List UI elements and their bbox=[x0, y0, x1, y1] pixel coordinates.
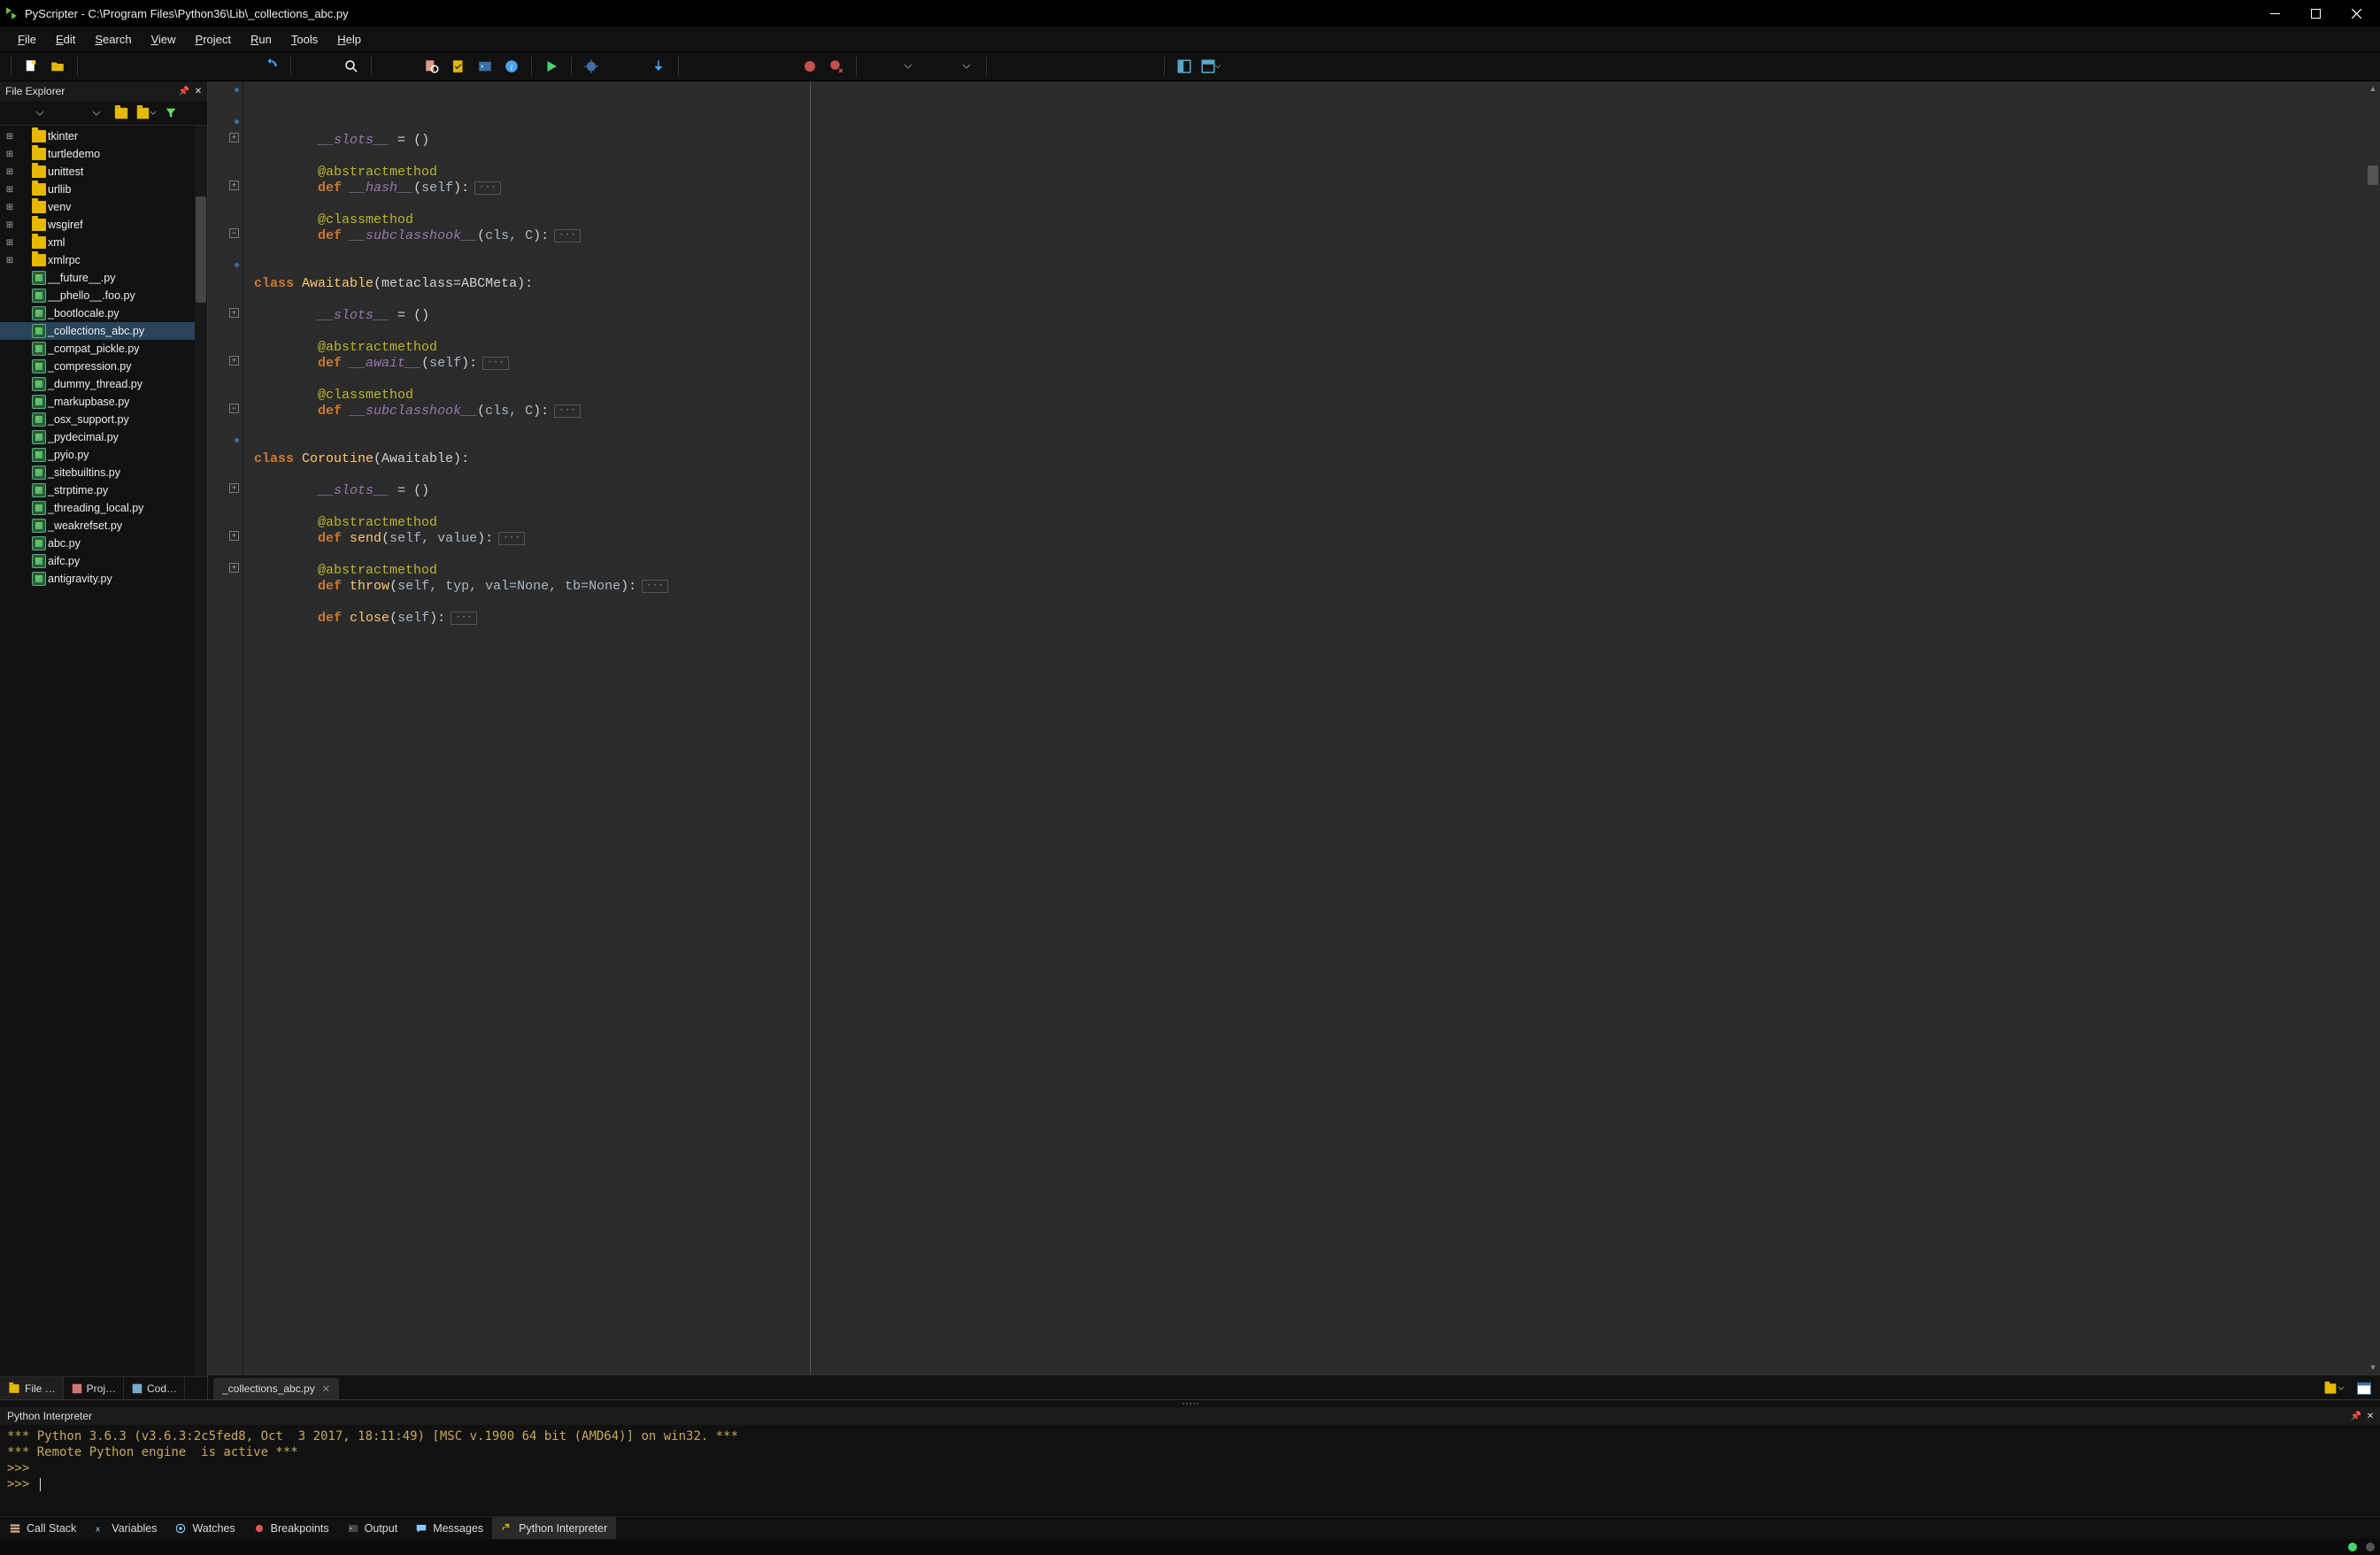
file-explorer-title: File Explorer bbox=[5, 85, 65, 97]
menu-help[interactable]: Help bbox=[328, 29, 370, 50]
file-tree-scrollbar[interactable] bbox=[195, 126, 207, 1376]
stop-icon[interactable] bbox=[799, 56, 820, 77]
titlebar: PyScripter - C:\Program Files\Python36\L… bbox=[0, 0, 2380, 27]
close-tab-icon[interactable]: ✕ bbox=[322, 1383, 330, 1395]
status-indicator-green bbox=[2348, 1543, 2357, 1551]
bottom-tab-messages[interactable]: Messages bbox=[406, 1517, 492, 1539]
tree-file[interactable]: _compression.py bbox=[0, 358, 207, 375]
minimize-button[interactable] bbox=[2254, 0, 2295, 27]
svg-text:i: i bbox=[511, 63, 513, 73]
nav-dropdown-icon[interactable] bbox=[30, 104, 50, 123]
menu-project[interactable]: Project bbox=[187, 29, 240, 50]
syntax-check-icon[interactable] bbox=[448, 56, 469, 77]
window-icon[interactable] bbox=[2353, 1378, 2375, 1399]
tree-file[interactable]: _sitebuiltins.py bbox=[0, 464, 207, 481]
step-icon[interactable] bbox=[648, 56, 669, 77]
editor-tab-label: _collections_abc.py bbox=[222, 1382, 315, 1395]
tree-folder[interactable]: ⊞urllib bbox=[0, 181, 207, 198]
tree-file[interactable]: abc.py bbox=[0, 535, 207, 552]
side-tab[interactable]: Cod… bbox=[124, 1377, 185, 1399]
open-folder-icon[interactable] bbox=[2323, 1378, 2345, 1399]
panel-resize-handle[interactable] bbox=[0, 1400, 2380, 1407]
tree-folder[interactable]: ⊞tkinter bbox=[0, 127, 207, 145]
new-file-icon[interactable] bbox=[20, 56, 42, 77]
statusbar bbox=[0, 1539, 2380, 1555]
layout-icon-2[interactable] bbox=[1200, 56, 1221, 77]
interpreter-pin-icon[interactable]: 📌 bbox=[2350, 1410, 2362, 1422]
bottom-tab-variables[interactable]: ⅹVariables bbox=[85, 1517, 166, 1539]
layout-icon-1[interactable] bbox=[1174, 56, 1195, 77]
filter-icon[interactable] bbox=[161, 104, 181, 123]
tree-file[interactable]: _strptime.py bbox=[0, 481, 207, 499]
tree-file[interactable]: _threading_local.py bbox=[0, 499, 207, 517]
toolbar: i bbox=[0, 51, 2380, 81]
menu-search[interactable]: Search bbox=[86, 29, 140, 50]
tree-file[interactable]: _markupbase.py bbox=[0, 393, 207, 411]
tree-file[interactable]: _compat_pickle.py bbox=[0, 340, 207, 358]
tree-folder[interactable]: ⊞turtledemo bbox=[0, 145, 207, 163]
interpreter-close-icon[interactable]: ✕ bbox=[2364, 1410, 2376, 1422]
tree-file[interactable]: _osx_support.py bbox=[0, 411, 207, 428]
tree-file[interactable]: __phello__.foo.py bbox=[0, 287, 207, 304]
menubar: FileEditSearchViewProjectRunToolsHelp bbox=[0, 27, 2380, 51]
window-title: PyScripter - C:\Program Files\Python36\L… bbox=[25, 7, 349, 20]
folder-view-icon[interactable] bbox=[136, 104, 156, 123]
nav-dropdown2-icon[interactable] bbox=[87, 104, 106, 123]
tree-folder[interactable]: ⊞venv bbox=[0, 198, 207, 216]
tree-file[interactable]: antigravity.py bbox=[0, 570, 207, 588]
open-file-icon[interactable] bbox=[47, 56, 68, 77]
tree-file[interactable]: _dummy_thread.py bbox=[0, 375, 207, 393]
tree-file[interactable]: __future__.py bbox=[0, 269, 207, 287]
tree-file[interactable]: _weakrefset.py bbox=[0, 517, 207, 535]
file-explorer-panel: File Explorer 📌 ✕ ⊞tkinter⊞turtledemo⊞un… bbox=[0, 81, 208, 1399]
maximize-button[interactable] bbox=[2295, 0, 2336, 27]
nav-back-icon[interactable] bbox=[5, 104, 25, 123]
tree-folder[interactable]: ⊞wsgiref bbox=[0, 216, 207, 234]
info-icon[interactable]: i bbox=[501, 56, 522, 77]
debug-icon[interactable] bbox=[581, 56, 602, 77]
file-tree[interactable]: ⊞tkinter⊞turtledemo⊞unittest⊞urllib⊞venv… bbox=[0, 126, 207, 1376]
tree-folder[interactable]: ⊞xml bbox=[0, 234, 207, 251]
close-button[interactable] bbox=[2336, 0, 2376, 27]
menu-tools[interactable]: Tools bbox=[282, 29, 327, 50]
side-tab[interactable]: Proj… bbox=[64, 1377, 124, 1399]
pin-icon[interactable]: 📌 bbox=[178, 85, 190, 97]
abort-icon[interactable] bbox=[826, 56, 847, 77]
menu-file[interactable]: File bbox=[9, 29, 45, 50]
menu-view[interactable]: View bbox=[142, 29, 185, 50]
tree-file[interactable]: _pyio.py bbox=[0, 446, 207, 464]
interpreter-output[interactable]: *** Python 3.6.3 (v3.6.3:2c5fed8, Oct 3 … bbox=[0, 1425, 2380, 1516]
editor-scrollbar[interactable]: ▲ ▼ bbox=[2366, 81, 2380, 1374]
app-icon bbox=[4, 5, 19, 21]
svg-text:ⅹ: ⅹ bbox=[96, 1524, 101, 1533]
tree-file[interactable]: _bootlocale.py bbox=[0, 304, 207, 322]
side-tab[interactable]: File … bbox=[0, 1377, 64, 1399]
dropdown-2[interactable] bbox=[956, 56, 977, 77]
run-icon[interactable] bbox=[541, 56, 562, 77]
bottom-tab-breakpoints[interactable]: Breakpoints bbox=[244, 1517, 338, 1539]
bottom-tab-output[interactable]: Output bbox=[338, 1517, 407, 1539]
menu-edit[interactable]: Edit bbox=[47, 29, 84, 50]
undo-icon[interactable] bbox=[260, 56, 281, 77]
status-indicator-grey bbox=[2366, 1543, 2375, 1551]
console-icon[interactable] bbox=[474, 56, 496, 77]
bottom-tab-call-stack[interactable]: Call Stack bbox=[0, 1517, 85, 1539]
dropdown-1[interactable] bbox=[897, 56, 919, 77]
interpreter-title: Python Interpreter bbox=[7, 1410, 92, 1422]
tree-file[interactable]: _pydecimal.py bbox=[0, 428, 207, 446]
tree-file[interactable]: _collections_abc.py bbox=[0, 322, 207, 340]
folder-up-icon[interactable] bbox=[112, 104, 131, 123]
panel-close-icon[interactable]: ✕ bbox=[192, 85, 204, 97]
menu-run[interactable]: Run bbox=[242, 29, 281, 50]
editor-tab[interactable]: _collections_abc.py ✕ bbox=[213, 1378, 339, 1399]
bottom-tab-watches[interactable]: Watches bbox=[166, 1517, 243, 1539]
find-in-files-icon[interactable] bbox=[421, 56, 443, 77]
search-icon[interactable] bbox=[341, 56, 362, 77]
bottom-tab-python-interpreter[interactable]: Python Interpreter bbox=[492, 1517, 616, 1539]
tree-folder[interactable]: ⊞unittest bbox=[0, 163, 207, 181]
tree-file[interactable]: aifc.py bbox=[0, 552, 207, 570]
tree-folder[interactable]: ⊞xmlrpc bbox=[0, 251, 207, 269]
code-editor[interactable]: ++−++−+++ __slots__ = () @abstractmethod… bbox=[208, 81, 2380, 1374]
